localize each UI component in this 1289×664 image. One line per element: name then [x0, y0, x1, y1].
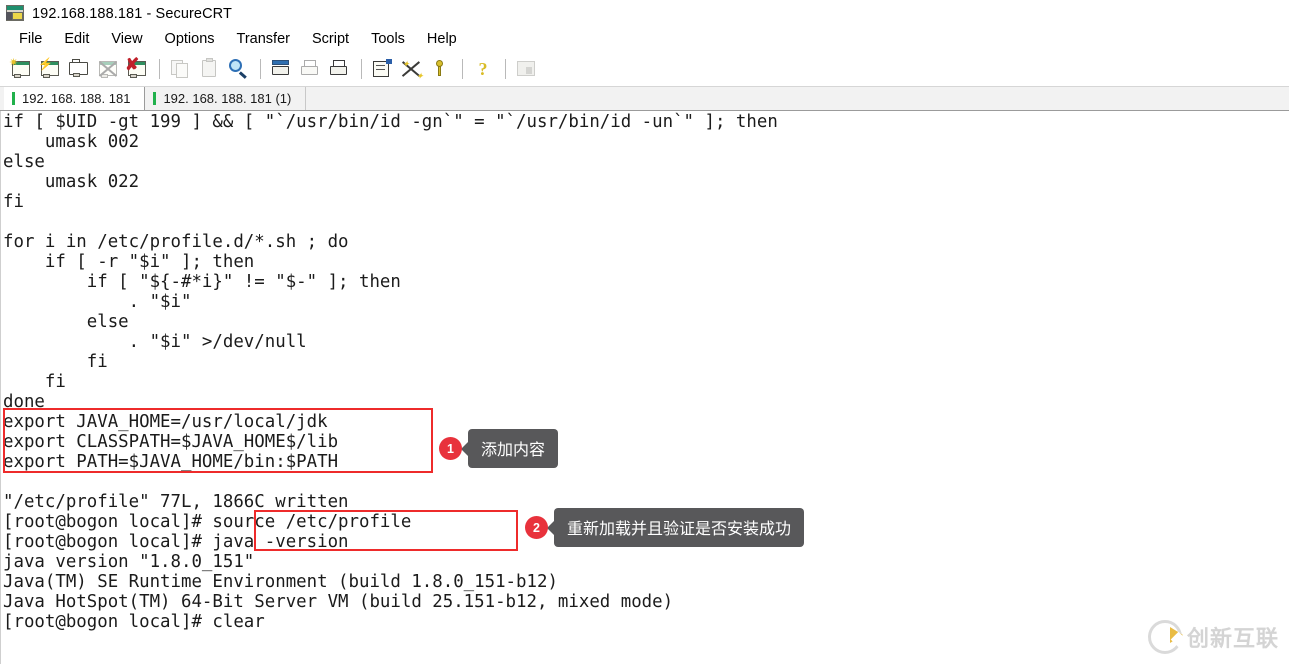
connected-indicator-icon: [12, 92, 15, 105]
toolbar-separator: [260, 58, 261, 79]
print-icon[interactable]: [326, 56, 352, 82]
open-session-folder-icon[interactable]: [66, 56, 92, 82]
tab-session-1[interactable]: 192. 168. 188. 181: [4, 87, 146, 110]
quick-connect-icon[interactable]: ⚡: [37, 56, 63, 82]
log-session-icon[interactable]: [297, 56, 323, 82]
help-icon[interactable]: ?: [470, 56, 496, 82]
terminal-screen[interactable]: if [ $UID -gt 199 ] && [ "`/usr/bin/id -…: [0, 111, 1289, 664]
menu-item-transfer[interactable]: Transfer: [226, 30, 301, 49]
toolbar: ✷ ⚡ ✘ ✦ ✦ ?: [0, 51, 1289, 87]
toolbar-separator: [505, 58, 506, 79]
menu-bar: File Edit View Options Transfer Script T…: [0, 28, 1289, 51]
paste-icon[interactable]: [196, 56, 222, 82]
last-icon[interactable]: [513, 56, 539, 82]
toolbar-separator: [361, 58, 362, 79]
toolbar-separator: [462, 58, 463, 79]
menu-item-help[interactable]: Help: [416, 30, 468, 49]
securecrt-app-icon: [5, 5, 25, 23]
print-screen-icon[interactable]: [268, 56, 294, 82]
global-options-icon[interactable]: ✦ ✦: [398, 56, 424, 82]
reconnect-icon[interactable]: [95, 56, 121, 82]
new-session-icon[interactable]: ✷: [8, 56, 34, 82]
tab-label: 192. 168. 188. 181: [22, 91, 131, 106]
copy-icon[interactable]: [167, 56, 193, 82]
menu-item-view[interactable]: View: [100, 30, 153, 49]
toolbar-separator: [159, 58, 160, 79]
menu-item-edit[interactable]: Edit: [53, 30, 100, 49]
key-icon[interactable]: [427, 56, 453, 82]
find-icon[interactable]: [225, 56, 251, 82]
disconnect-icon[interactable]: ✘: [124, 56, 150, 82]
menu-item-options[interactable]: Options: [154, 30, 226, 49]
menu-item-file[interactable]: File: [8, 30, 53, 49]
connected-indicator-icon: [153, 92, 157, 105]
menu-item-tools[interactable]: Tools: [360, 30, 416, 49]
tab-session-2[interactable]: 192. 168. 188. 181 (1): [145, 87, 307, 110]
session-tab-bar: 192. 168. 188. 181 192. 168. 188. 181 (1…: [0, 87, 1289, 111]
menu-item-script[interactable]: Script: [301, 30, 360, 49]
terminal-output: if [ $UID -gt 199 ] && [ "`/usr/bin/id -…: [3, 112, 778, 632]
title-bar: 192.168.188.181 - SecureCRT: [0, 0, 1289, 28]
session-options-icon[interactable]: [369, 56, 395, 82]
window-title: 192.168.188.181 - SecureCRT: [32, 6, 232, 22]
tab-label: 192. 168. 188. 181 (1): [163, 91, 292, 106]
